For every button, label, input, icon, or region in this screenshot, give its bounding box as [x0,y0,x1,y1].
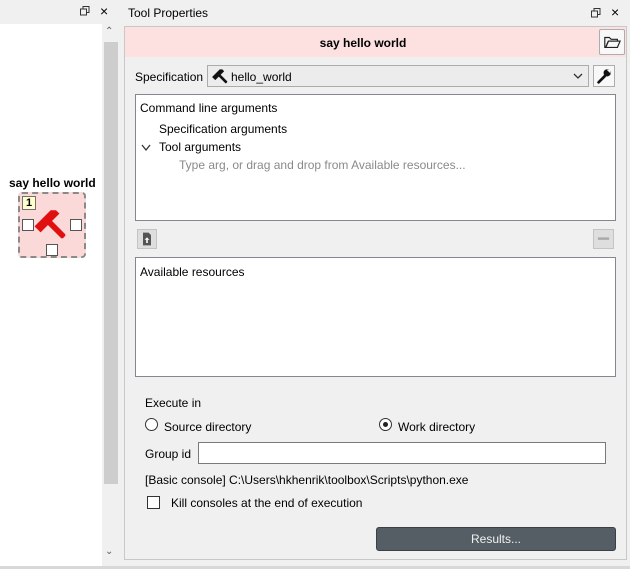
kill-consoles-checkbox[interactable] [147,496,160,509]
wrench-icon [597,69,611,84]
item-title: say hello world [319,36,407,50]
dock-title-bar: Tool Properties × [121,0,630,26]
edit-specification-button[interactable] [593,65,615,87]
tree-root-available-resources[interactable]: Available resources [140,265,245,279]
source-directory-radio[interactable] [145,418,158,431]
close-dock-button[interactable]: × [611,5,619,19]
float-window-icon[interactable] [80,6,90,16]
file-upload-icon [143,232,151,246]
available-resources-tree[interactable]: Available resources [135,257,616,377]
tree-root-command-line-arguments[interactable]: Command line arguments [140,101,277,115]
design-canvas[interactable]: say hello world 1 [0,24,102,566]
design-view-dock: × say hello world 1 ⌃ ⌄ [0,0,120,566]
results-button[interactable]: Results... [376,527,616,551]
properties-panel: say hello world Specification hello_worl… [124,26,627,560]
kill-consoles-label[interactable]: Kill consoles at the end of execution [171,496,362,510]
vertical-scrollbar[interactable]: ⌃ ⌄ [102,24,118,566]
tool-item-icon[interactable]: 1 [18,192,86,258]
console-info-label: [Basic console] C:\Users\hkhenrik\toolbo… [145,473,469,487]
scroll-down-arrow[interactable]: ⌄ [105,546,113,557]
specification-combobox[interactable]: hello_world [207,65,589,87]
add-argument-button[interactable] [137,229,157,249]
dock-title-bar: × [0,0,120,24]
item-name-bar: say hello world [125,27,626,57]
group-id-label: Group id [145,447,192,461]
folder-open-icon [604,36,621,48]
remove-argument-button[interactable] [593,229,614,249]
connector-right[interactable] [70,219,82,231]
specification-value: hello_world [231,70,292,84]
work-directory-radio[interactable] [379,418,392,431]
chevron-down-icon[interactable] [141,144,151,152]
hammer-icon [212,69,228,84]
specification-label: Specification [135,70,204,84]
float-window-icon[interactable] [591,8,601,18]
dock-title: Tool Properties [128,6,209,20]
close-dock-button[interactable]: × [100,4,108,18]
scrollbar-thumb[interactable] [104,42,118,484]
source-directory-label[interactable]: Source directory [164,420,251,434]
scroll-up-arrow[interactable]: ⌃ [105,26,113,37]
open-folder-button[interactable] [599,29,625,55]
tool-arguments-hint[interactable]: Type arg, or drag and drop from Availabl… [179,158,466,172]
tree-item-specification-arguments[interactable]: Specification arguments [159,122,287,136]
chevron-down-icon [573,73,583,79]
item-name-label: say hello world [9,176,96,190]
execute-in-label: Execute in [145,396,202,410]
tree-item-tool-arguments[interactable]: Tool arguments [159,140,241,154]
connector-bottom[interactable] [46,244,58,256]
group-id-input[interactable] [198,442,606,464]
minus-icon [597,237,610,240]
command-line-arguments-tree[interactable]: Command line arguments Specification arg… [135,94,616,221]
hammer-icon [34,210,66,239]
work-directory-label[interactable]: Work directory [398,420,475,434]
tool-properties-dock: Tool Properties × say hello world Specif… [121,0,630,566]
